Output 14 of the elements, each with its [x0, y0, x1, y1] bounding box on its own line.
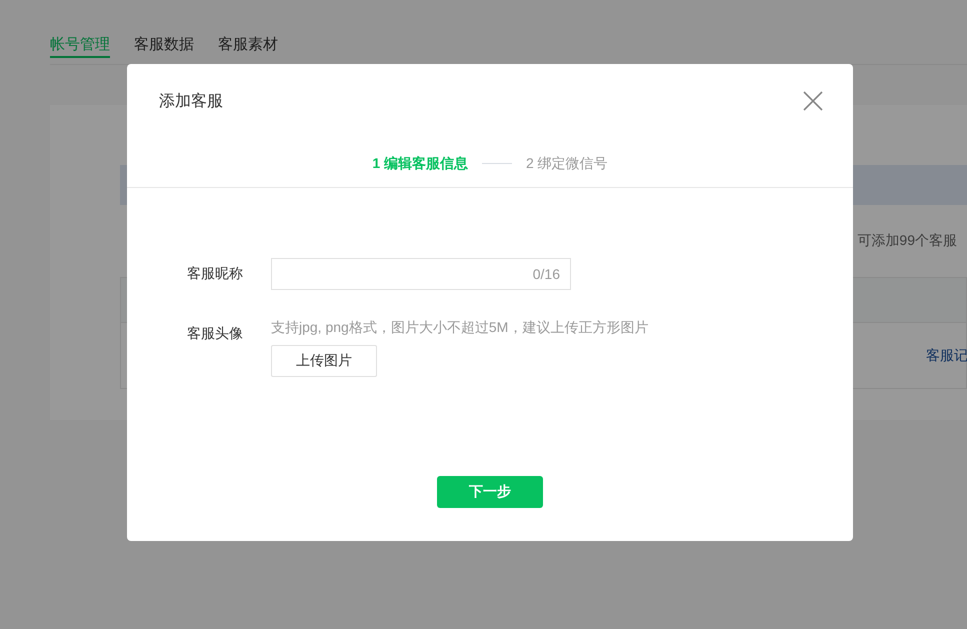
upload-button[interactable]: 上传图片: [271, 345, 377, 377]
tab[interactable]: 客服数据: [134, 28, 194, 58]
next-button[interactable]: 下一步: [437, 476, 543, 508]
field-label: 客服头像: [187, 324, 243, 343]
tab[interactable]: 客服素材: [218, 28, 278, 58]
nickname-input-field[interactable]: 0/16: [271, 258, 571, 290]
close-icon[interactable]: [803, 91, 823, 111]
quota-note: 可添加99个客服: [857, 232, 958, 250]
dialog-title: 添加客服: [159, 92, 223, 112]
field-label: 客服昵称: [187, 264, 243, 283]
character-counter: 0/16: [532, 266, 560, 282]
step-label: 1 编辑客服信息: [372, 154, 468, 172]
step-label: 2 绑定微信号: [526, 154, 608, 172]
upload-hint: 支持jpg, png格式，图片大小不超过5M，建议上传正方形图片: [271, 318, 648, 337]
